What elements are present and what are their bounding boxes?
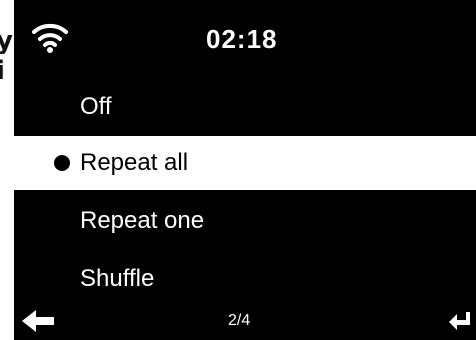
selected-bullet-icon (54, 155, 70, 171)
bottom-bar: 2/4 (14, 300, 476, 340)
device-screen: 02:18 Off Repeat all Repeat one Shuffle … (14, 0, 476, 340)
clock-display: 02:18 (206, 24, 278, 54)
menu-item-repeat-all[interactable]: Repeat all (14, 136, 476, 190)
enter-return-icon[interactable] (448, 310, 472, 332)
menu-item-label: Repeat all (80, 149, 189, 176)
menu-item-label: Shuffle (80, 265, 155, 292)
menu-item-off[interactable]: Off (14, 80, 476, 134)
wifi-icon (32, 23, 68, 53)
arrow-left-icon[interactable] (20, 308, 56, 334)
menu-item-label: Off (80, 93, 112, 120)
status-bar: 02:18 (14, 0, 476, 80)
menu-item-label: Repeat one (80, 207, 205, 234)
edge-text-fragment: i (0, 58, 5, 84)
repeat-mode-menu: Off Repeat all Repeat one Shuffle (14, 80, 476, 306)
menu-item-repeat-one[interactable]: Repeat one (14, 194, 476, 248)
menu-item-shuffle[interactable]: Shuffle (14, 252, 476, 306)
page-indicator: 2/4 (228, 312, 251, 329)
edge-text-fragment: y (0, 28, 13, 54)
page: y i 02:18 Off Repeat all Repeat one Shuf… (0, 0, 476, 340)
